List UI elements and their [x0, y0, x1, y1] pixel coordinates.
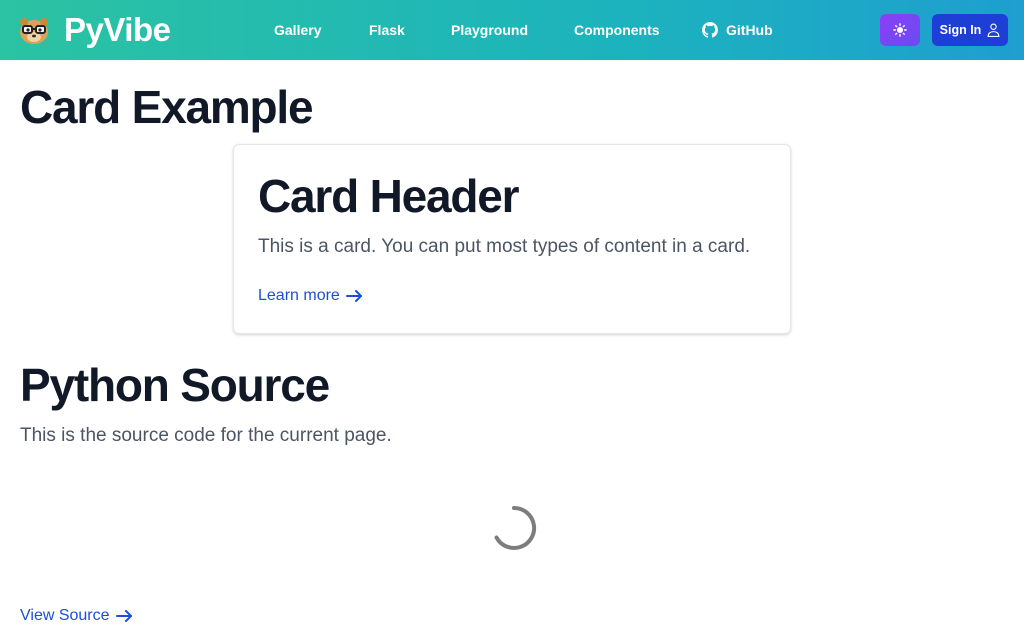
nav-link-gallery[interactable]: Gallery — [274, 19, 321, 41]
github-icon — [702, 22, 718, 38]
card-body-text: This is a card. You can put most types o… — [258, 236, 751, 257]
nerd-face-logo-icon — [20, 18, 48, 44]
example-card: Card Header This is a card. You can put … — [233, 144, 791, 334]
arrow-right-icon — [345, 290, 362, 302]
view-source-link[interactable]: View Source — [20, 607, 133, 625]
top-navbar: PyVibe Gallery Flask Playground Componen… — [0, 0, 1024, 60]
nav-link-github[interactable]: GitHub — [702, 19, 773, 41]
nav-link-playground[interactable]: Playground — [451, 19, 528, 41]
theme-toggle-button[interactable] — [880, 14, 920, 46]
brand-name: PyVibe — [64, 11, 171, 48]
card-example-heading: Card Example — [20, 81, 314, 133]
learn-more-label: Learn more — [258, 287, 340, 304]
sign-in-label: Sign In — [939, 23, 982, 37]
loading-spinner-icon — [494, 505, 537, 550]
view-source-label: View Source — [20, 607, 110, 624]
card-header-title: Card Header — [258, 170, 520, 222]
arrow-right-icon — [115, 610, 132, 622]
nav-link-github-label: GitHub — [726, 22, 773, 38]
brand-home-link[interactable]: PyVibe — [18, 10, 171, 50]
nav-link-components[interactable]: Components — [574, 19, 660, 41]
python-source-heading: Python Source — [20, 359, 330, 411]
nav-link-flask[interactable]: Flask — [369, 19, 405, 41]
user-icon — [987, 23, 1000, 37]
sign-in-button[interactable]: Sign In — [932, 14, 1008, 46]
python-source-description: This is the source code for the current … — [20, 425, 392, 446]
sun-icon — [893, 23, 907, 37]
learn-more-link[interactable]: Learn more — [258, 287, 363, 305]
